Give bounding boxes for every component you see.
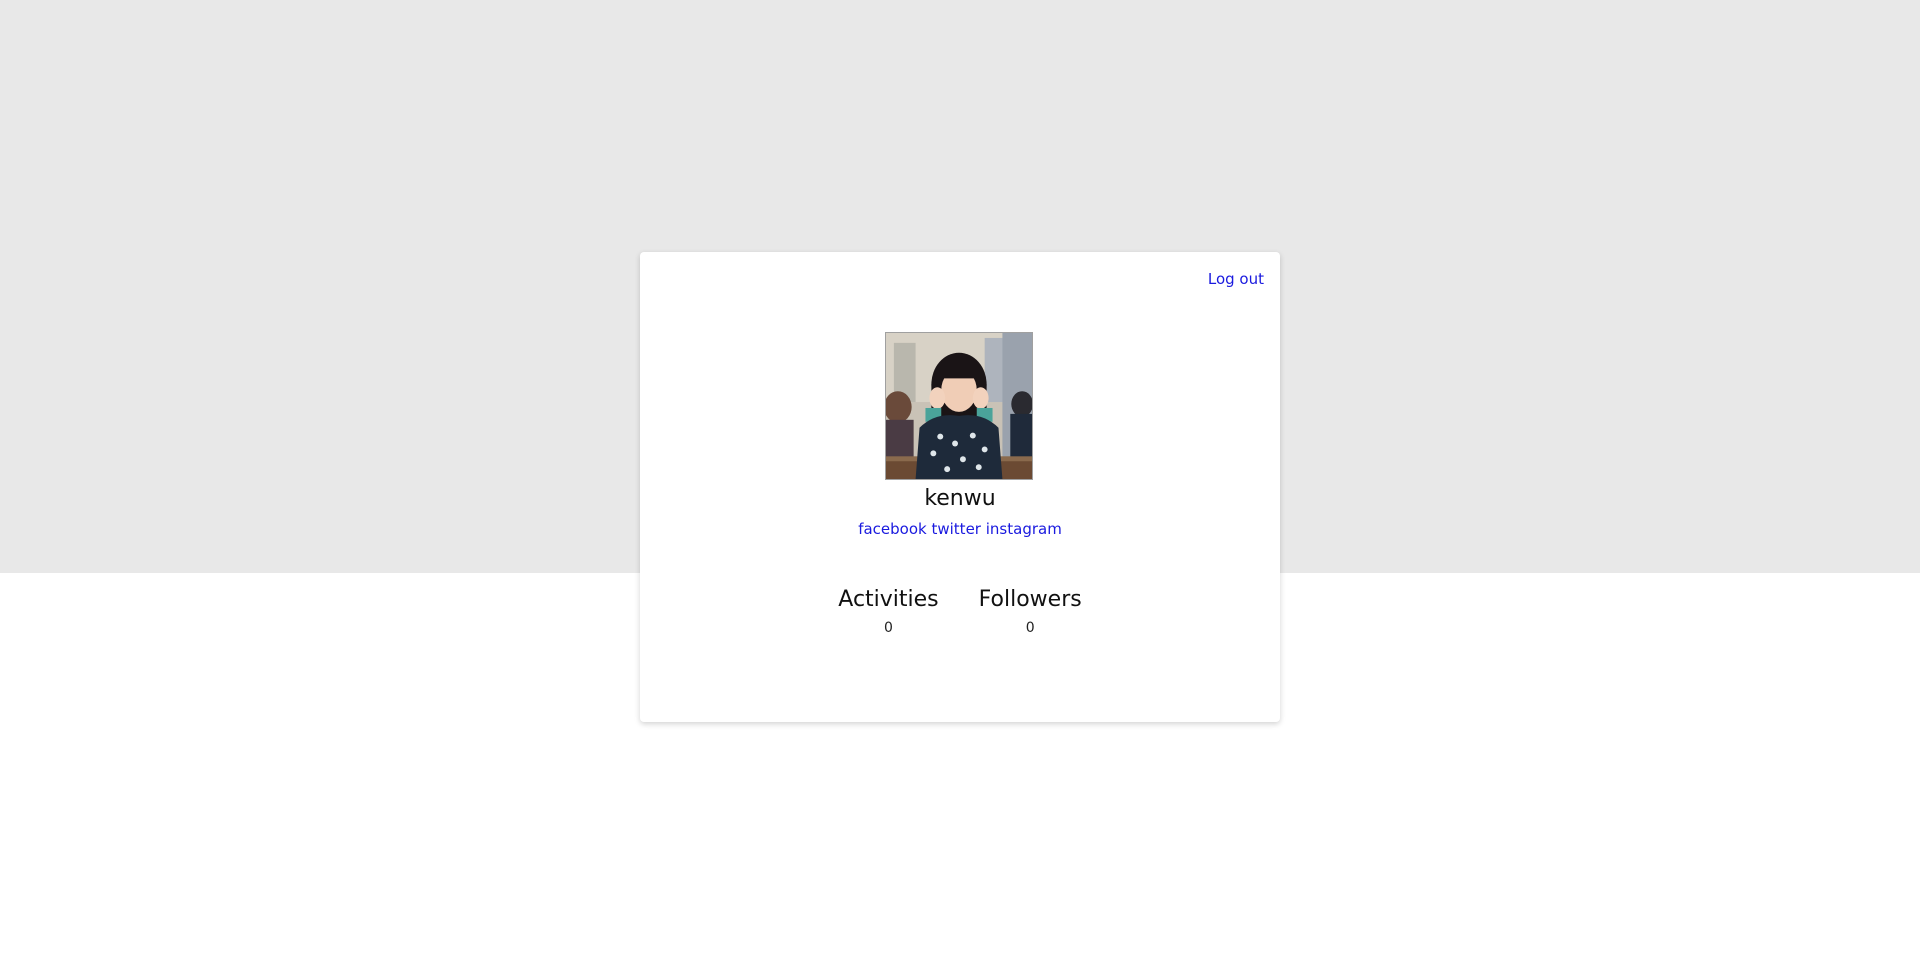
logout-link[interactable]: Log out (1208, 270, 1264, 288)
stat-followers: Followers 0 (979, 587, 1082, 636)
twitter-link[interactable]: twitter (931, 520, 980, 538)
social-links: facebook twitter instagram (640, 520, 1280, 538)
profile-photo-icon (886, 333, 1032, 479)
avatar (885, 332, 1033, 480)
page: Log out kenwu facebook twitter instagram… (0, 0, 1920, 972)
profile-stats: Activities 0 Followers 0 (640, 587, 1280, 636)
stat-activities: Activities 0 (838, 587, 938, 636)
facebook-link[interactable]: facebook (858, 520, 927, 538)
stat-label: Activities (838, 587, 939, 612)
profile-card: Log out kenwu facebook twitter instagram… (640, 252, 1280, 722)
stat-label: Followers (978, 587, 1082, 612)
stat-value: 0 (1025, 620, 1035, 636)
instagram-link[interactable]: instagram (986, 520, 1062, 538)
stat-value: 0 (884, 620, 893, 636)
profile-username: kenwu (924, 486, 996, 511)
